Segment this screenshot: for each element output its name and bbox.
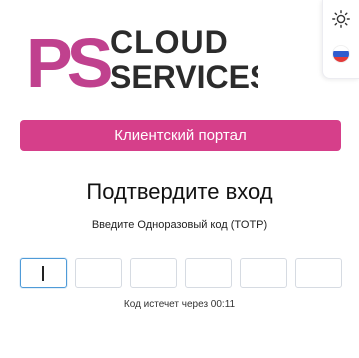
page-title: Подтвердите вход: [86, 179, 273, 204]
login-page: PS CLOUD SERVICES Клиентский портал Подт…: [0, 0, 359, 358]
logo-monogram: PS: [26, 24, 111, 94]
otp-digit-4[interactable]: [185, 258, 232, 288]
russian-flag-icon[interactable]: [333, 46, 349, 62]
text-caret: [42, 266, 44, 281]
otp-digit-3[interactable]: [130, 258, 177, 288]
client-portal-button[interactable]: Клиентский портал: [20, 120, 341, 151]
otp-instruction: Введите Одноразовый код (TOTP): [91, 219, 268, 231]
otp-input-group: [20, 258, 342, 288]
otp-digit-5[interactable]: [240, 258, 287, 288]
ps-cloud-services-logo: PS CLOUD SERVICES: [26, 24, 258, 94]
logo-line-cloud: CLOUD: [110, 24, 229, 60]
code-expiry-timer: Код истечет через 00:11: [123, 299, 236, 310]
sun-icon[interactable]: [331, 9, 351, 29]
otp-digit-6[interactable]: [295, 258, 342, 288]
settings-toggles-panel: [322, 0, 359, 79]
otp-digit-1[interactable]: [20, 258, 67, 288]
logo-line-services: SERVICES: [110, 59, 258, 94]
otp-digit-2[interactable]: [75, 258, 122, 288]
